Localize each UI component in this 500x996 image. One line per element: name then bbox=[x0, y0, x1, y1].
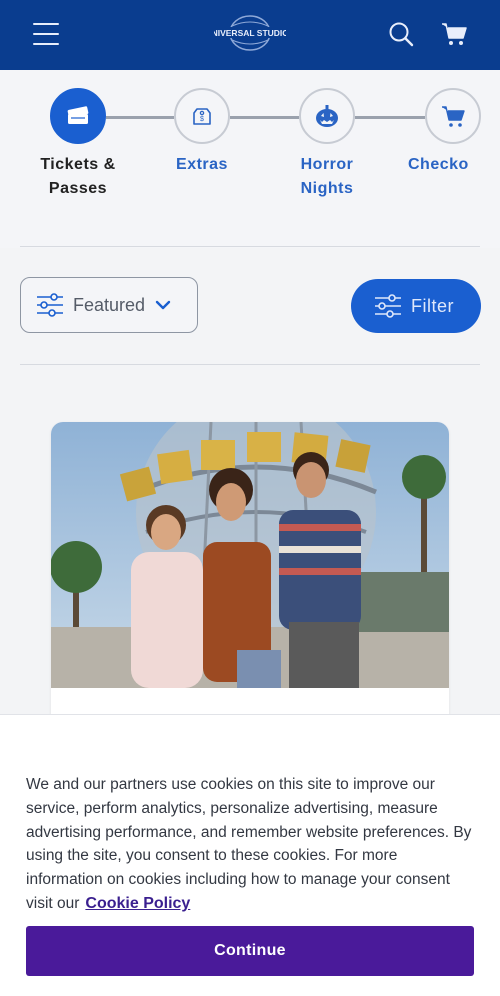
step-tickets-passes[interactable] bbox=[50, 88, 106, 144]
step-connector bbox=[355, 116, 425, 119]
step-connector bbox=[230, 116, 299, 119]
pumpkin-icon bbox=[316, 105, 338, 127]
product-photo bbox=[51, 422, 449, 688]
step-label-extras[interactable]: Extras bbox=[142, 153, 262, 177]
hamburger-icon[interactable] bbox=[33, 23, 59, 45]
tag-icon: $ bbox=[193, 108, 211, 125]
step-label-line: Checko bbox=[408, 156, 469, 173]
ticket-icon bbox=[67, 106, 89, 124]
step-label-line: Extras bbox=[176, 156, 228, 173]
filter-label: Filter bbox=[411, 295, 454, 316]
cart-icon[interactable] bbox=[440, 20, 468, 48]
universal-studios-logo[interactable]: UNIVERSAL STUDIOS bbox=[205, 12, 295, 54]
logo-text: UNIVERSAL STUDIOS bbox=[214, 28, 286, 38]
step-label-line: Passes bbox=[48, 180, 108, 197]
step-label-horror-nights[interactable]: Horror Nights bbox=[267, 153, 387, 201]
sliders-icon bbox=[375, 294, 401, 318]
step-label-line: Horror bbox=[300, 156, 354, 173]
step-checkout[interactable] bbox=[425, 88, 481, 144]
continue-button[interactable]: Continue bbox=[26, 926, 474, 976]
cookie-text: We and our partners use cookies on this … bbox=[26, 776, 472, 912]
step-label-checkout[interactable]: Checko bbox=[408, 153, 500, 177]
product-card[interactable] bbox=[51, 422, 449, 742]
step-extras[interactable]: $ bbox=[174, 88, 230, 144]
step-connector bbox=[106, 116, 174, 119]
step-label-line: Nights bbox=[300, 180, 354, 197]
filter-button[interactable]: Filter bbox=[351, 279, 481, 333]
step-label-tickets[interactable]: Tickets & Passes bbox=[18, 153, 138, 201]
step-horror-nights[interactable] bbox=[299, 88, 355, 144]
cart-icon bbox=[442, 106, 465, 127]
search-icon[interactable] bbox=[387, 20, 415, 48]
divider bbox=[20, 364, 480, 365]
cookie-message: We and our partners use cookies on this … bbox=[26, 773, 476, 916]
divider bbox=[20, 246, 480, 247]
sort-label: Featured bbox=[73, 294, 146, 315]
sliders-icon bbox=[37, 293, 63, 317]
step-label-line: Tickets & bbox=[40, 156, 116, 173]
sort-dropdown[interactable]: Featured bbox=[20, 277, 198, 333]
top-header: UNIVERSAL STUDIOS bbox=[0, 0, 500, 70]
chevron-down-icon bbox=[155, 300, 171, 310]
svg-text:$: $ bbox=[200, 116, 204, 123]
cookie-policy-link[interactable]: Cookie Policy bbox=[85, 895, 190, 912]
